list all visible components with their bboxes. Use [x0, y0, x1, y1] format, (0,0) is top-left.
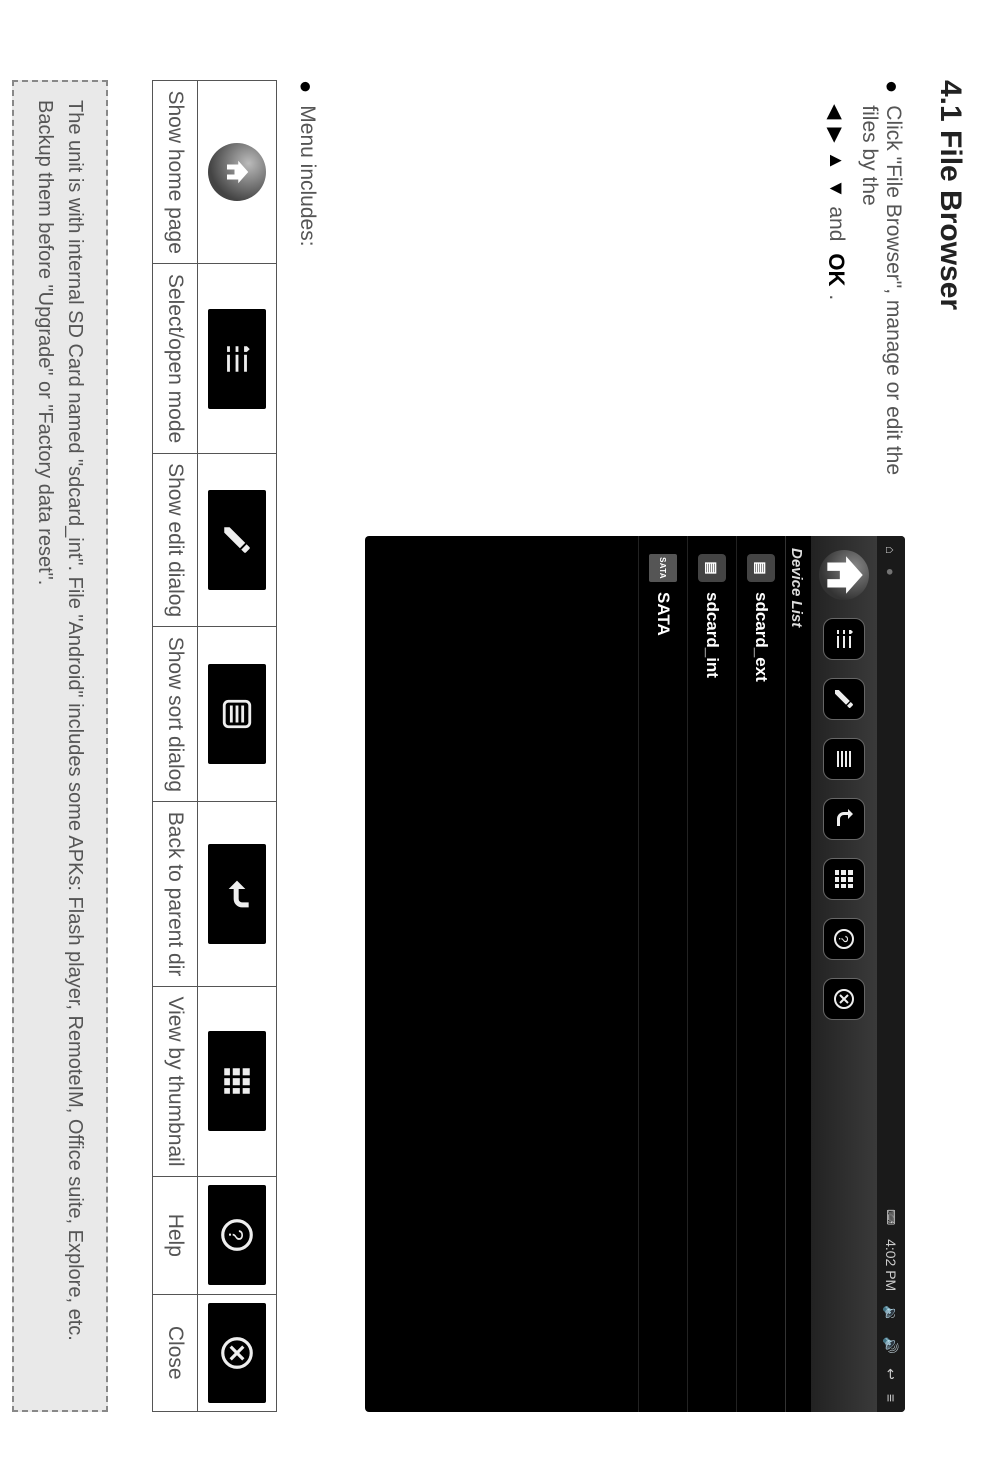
toolbar: ?: [811, 536, 877, 1412]
back-parent-icon[interactable]: [823, 798, 865, 840]
cell-label: Show edit dialog: [153, 453, 198, 627]
cell-label: View by thumbnail: [153, 986, 198, 1176]
sata-icon: SATA: [649, 554, 677, 582]
icon-legend-table: ? Show home page Select/open mode Show e…: [152, 80, 277, 1412]
cell-label: Back to parent dir: [153, 802, 198, 987]
select-mode-icon[interactable]: [823, 618, 865, 660]
arrow-right-icon: ▶: [824, 127, 849, 142]
bullet-icon: ●: [857, 80, 905, 93]
thumbnail-legend-icon: [208, 1031, 266, 1131]
select-legend-icon: [208, 309, 266, 409]
item-label: sdcard_ext: [751, 592, 771, 682]
sort-legend-icon: [208, 664, 266, 764]
screenshot-file-browser: ⌂ ● ⌨ 4:02 PM 🔉 🔊 ↩ ≡: [365, 536, 905, 1412]
menu-nav-icon: ≡: [883, 1394, 899, 1402]
keyboard-status-icon: ⌨: [885, 1209, 898, 1225]
edit-icon[interactable]: [823, 678, 865, 720]
close-icon[interactable]: [823, 978, 865, 1020]
ok-key-label: OK: [823, 253, 849, 286]
arrow-left-icon: ◀: [824, 104, 849, 119]
sdcard-icon: ▤: [747, 554, 775, 582]
device-list-label: Device List: [785, 536, 811, 1412]
svg-text:?: ?: [224, 1230, 247, 1241]
arrow-up-icon: ▲: [825, 151, 848, 171]
arrow-down-icon: ▼: [825, 179, 848, 199]
home-status-icon: ⌂: [884, 546, 899, 554]
cell-label: Show home page: [153, 81, 198, 264]
bullet-icon: ●: [293, 80, 319, 93]
dot-icon: ●: [884, 568, 899, 576]
and-text: and: [824, 206, 848, 241]
menu-heading: Menu includes:: [293, 105, 319, 246]
sdcard-icon: ▤: [698, 554, 726, 582]
section-title: 4.1 File Browser: [933, 80, 967, 1412]
edit-legend-icon: [208, 490, 266, 590]
period: .: [824, 294, 848, 300]
cell-label: Select/open mode: [153, 264, 198, 453]
home-legend-icon: [208, 143, 266, 201]
device-item-sdcard-ext[interactable]: ▤ sdcard_ext: [736, 536, 785, 1412]
status-bar: ⌂ ● ⌨ 4:02 PM 🔉 🔊 ↩ ≡: [877, 536, 905, 1412]
help-icon[interactable]: ?: [823, 918, 865, 960]
cell-label: Help: [153, 1177, 198, 1294]
back-nav-icon: ↩: [883, 1368, 900, 1380]
item-label: sdcard_int: [702, 592, 722, 678]
svg-text:?: ?: [836, 935, 851, 942]
note-box: The unit is with internal SD Card named …: [12, 80, 108, 1412]
cell-label: Show sort dialog: [153, 627, 198, 802]
sort-icon[interactable]: [823, 738, 865, 780]
thumbnail-icon[interactable]: [823, 858, 865, 900]
help-legend-icon: ?: [208, 1185, 266, 1285]
back-legend-icon: [208, 844, 266, 944]
device-item-sata[interactable]: SATA SATA: [638, 536, 687, 1412]
close-legend-icon: [208, 1303, 266, 1403]
cell-label: Close: [153, 1294, 198, 1412]
instruction-text: Click "File Browser", manage or edit the…: [857, 105, 905, 500]
status-time: 4:02 PM: [883, 1239, 899, 1291]
volume-up-icon: 🔊: [883, 1337, 900, 1354]
item-label: SATA: [653, 592, 673, 636]
home-button[interactable]: [819, 550, 869, 600]
nav-keys-row: ◀ ▶ ▲ ▼ and OK.: [823, 104, 849, 500]
device-item-sdcard-int[interactable]: ▤ sdcard_int: [687, 536, 736, 1412]
volume-down-icon: 🔉: [883, 1305, 900, 1322]
